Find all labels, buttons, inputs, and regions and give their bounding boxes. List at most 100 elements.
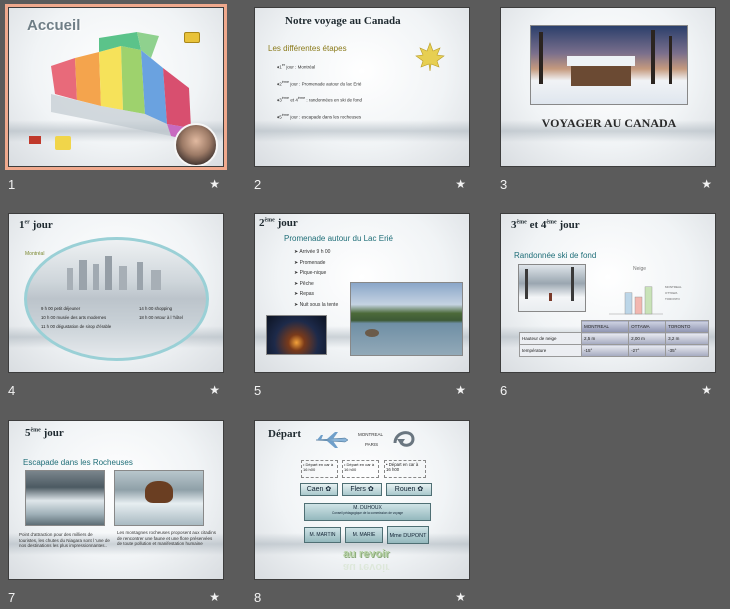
chart-legend-label: OTTAWA: [665, 291, 677, 295]
slide-4-canvas[interactable]: 1er jour Montréal 9 h 00 petit déjeuner …: [8, 213, 224, 373]
slide-number: 8: [254, 590, 262, 605]
animation-star-icon[interactable]: ★: [209, 383, 220, 397]
list-item: ➤ Arrivée 9 h 00: [294, 249, 331, 255]
table-cell: 2,5 m: [580, 332, 630, 345]
snow-data-table: MONTREAL OTTAWA TORONTO Hauteur de neige…: [519, 320, 709, 357]
snow-bar-chart: MONTREAL OTTAWA TORONTO: [609, 285, 682, 315]
slide-thumbnail-6[interactable]: 3ème et 4ème jour Randonnée ski de fond …: [500, 213, 716, 403]
slide-thumbnail-3[interactable]: VOYAGER AU CANADA 3 ★: [500, 7, 716, 197]
table-cell: 3,2 m: [665, 332, 709, 345]
table-cell: -27°: [628, 344, 667, 357]
airplane-icon: [315, 432, 349, 448]
montreal-skyline-photo: [24, 237, 209, 361]
chart-legend-label: TORONTO: [665, 297, 681, 301]
slide-3-canvas[interactable]: VOYAGER AU CANADA: [500, 7, 716, 167]
slide-2-subtitle: Les différentes étapes: [268, 44, 347, 53]
slide-4-title: 1er jour: [19, 219, 53, 231]
animation-star-icon[interactable]: ★: [455, 590, 466, 604]
list-item: ♦5ème jour : escapade dans les rocheuses: [277, 112, 362, 120]
animation-star-icon[interactable]: ★: [209, 590, 220, 604]
slide-6-title: 3ème et 4ème jour: [511, 219, 580, 231]
list-item: ➤ Promenade: [294, 259, 326, 266]
slide-4-city: Montréal: [25, 251, 45, 257]
lake-erie-photo: [350, 282, 463, 356]
slide-5-title: 2ème jour: [259, 217, 298, 229]
sun-sticker-icon: [55, 136, 71, 150]
city-button-caen[interactable]: Caen ✿: [300, 483, 338, 496]
departure-box-flers: • Départ en car à 16 h00: [342, 460, 379, 478]
slide-thumbnail-2[interactable]: Notre voyage au Canada Les différentes é…: [254, 7, 470, 197]
canada-flag-icon: [29, 136, 41, 144]
swirl-arrow-icon: [393, 431, 415, 447]
niagara-falls-photo: [25, 470, 105, 526]
avatar-photo: [174, 123, 218, 166]
animation-star-icon[interactable]: ★: [455, 383, 466, 397]
slide-6-subtitle: Randonnée ski de fond: [514, 251, 597, 260]
table-cell: Hauteur de neige: [519, 332, 582, 345]
maple-leaf-icon: [415, 42, 445, 72]
table-row: température -15° -27° -35°: [519, 344, 709, 357]
chart-title: Neige: [633, 266, 647, 272]
slide-7-canvas[interactable]: 5ème jour Escapade dans les Rocheuses Po…: [8, 420, 224, 580]
slide-5-subtitle: Promenade autour du Lac Erié: [284, 234, 393, 243]
list-item: 9 h 00 petit déjeuner: [41, 306, 81, 311]
schedule-left: 9 h 00 petit déjeuner 10 h 00 musée des …: [41, 304, 111, 331]
chart-bar-montreal: [624, 292, 633, 315]
city-button-flers[interactable]: Flers ✿: [342, 483, 382, 496]
slide-number: 1: [8, 177, 16, 192]
list-item: ♦2ème jour : Promenade autour du lac Eri…: [277, 79, 362, 87]
slide-thumbnail-5[interactable]: 2ème jour Promenade autour du Lac Erié ➤…: [254, 213, 470, 403]
table-row: Hauteur de neige 2,5 m 2,00 m 3,2 m: [519, 332, 709, 345]
animation-star-icon[interactable]: ★: [455, 177, 466, 191]
origin-label: MONTREAL: [358, 432, 384, 437]
table-cell: -35°: [665, 344, 709, 357]
grizzly-bear-photo: [114, 470, 204, 526]
slide-number: 7: [8, 590, 16, 605]
animation-star-icon[interactable]: ★: [209, 177, 220, 191]
slide-1-canvas[interactable]: Accueil: [5, 4, 227, 170]
departure-box-rouen: • Départ en car à 16 h00: [384, 460, 426, 478]
list-item: ➤ Repas: [294, 291, 315, 297]
slide-2-canvas[interactable]: Notre voyage au Canada Les différentes é…: [254, 7, 470, 167]
slide-7-text-left: Point d'attraction pour des milliers de …: [19, 532, 110, 548]
ski-trail-photo: [518, 264, 586, 312]
org-chart-box-marie[interactable]: M. MARIE: [345, 527, 383, 543]
table-header-cell: TORONTO: [665, 320, 709, 333]
campfire-tent-photo: [266, 315, 327, 355]
canada-map-image: [51, 32, 191, 140]
slide-5-bullet-list: ➤ Arrivée 9 h 00 ➤ Promenade ➤ Pique-niq…: [294, 247, 338, 310]
list-item: 14 h 00 shopping: [139, 306, 172, 311]
slide-thumbnail-8[interactable]: Départ MONTREAL PARIS • Départ en car à …: [254, 420, 470, 609]
slide-8-title: Départ: [268, 428, 301, 440]
table-cell: -15°: [580, 344, 630, 357]
slide-thumbnail-7[interactable]: 5ème jour Escapade dans les Rocheuses Po…: [8, 420, 224, 609]
animation-star-icon[interactable]: ★: [701, 383, 712, 397]
departure-box-caen: • Départ en car à 16 h00: [301, 460, 338, 478]
slide-5-canvas[interactable]: 2ème jour Promenade autour du Lac Erié ➤…: [254, 213, 470, 373]
table-header-cell: OTTAWA: [628, 320, 667, 333]
slide-7-title: 5ème jour: [25, 427, 64, 439]
chart-bar-toronto: [644, 286, 653, 315]
slide-number: 4: [8, 383, 16, 398]
slide-number: 3: [500, 177, 508, 192]
org-chart-box-martin[interactable]: M. MARTIN: [304, 527, 341, 543]
slide-number: 5: [254, 383, 262, 398]
goodbye-wordart: au revoir: [343, 548, 390, 560]
table-cell: 2,00 m: [628, 332, 667, 345]
slide-2-title: Notre voyage au Canada: [285, 15, 401, 27]
slide-thumbnail-4[interactable]: 1er jour Montréal 9 h 00 petit déjeuner …: [8, 213, 224, 403]
schedule-right: 14 h 00 shopping 18 h 00 retour à l 'hôt…: [139, 304, 183, 322]
org-chart-box-dupont[interactable]: Mme DUPONT: [387, 526, 429, 544]
table-cell: température: [519, 344, 582, 357]
list-item: ➤ Pêche: [294, 280, 314, 287]
city-button-rouen[interactable]: Rouen ✿: [386, 483, 432, 496]
animation-star-icon[interactable]: ★: [701, 177, 712, 191]
slide-8-canvas[interactable]: Départ MONTREAL PARIS • Départ en car à …: [254, 420, 470, 580]
slide-thumbnail-1[interactable]: Accueil 1 ★: [5, 4, 227, 197]
list-item: ➤ Pique-nique: [294, 270, 327, 276]
slide-7-subtitle: Escapade dans les Rocheuses: [23, 458, 133, 467]
org-chart-top-box[interactable]: M. DUHOUX Conseil pédagogique de la comm…: [304, 503, 431, 521]
list-item: ♦1er jour : Montréal: [277, 63, 316, 70]
slide-6-canvas[interactable]: 3ème et 4ème jour Randonnée ski de fond …: [500, 213, 716, 373]
chart-bar-ottawa: [634, 296, 643, 315]
